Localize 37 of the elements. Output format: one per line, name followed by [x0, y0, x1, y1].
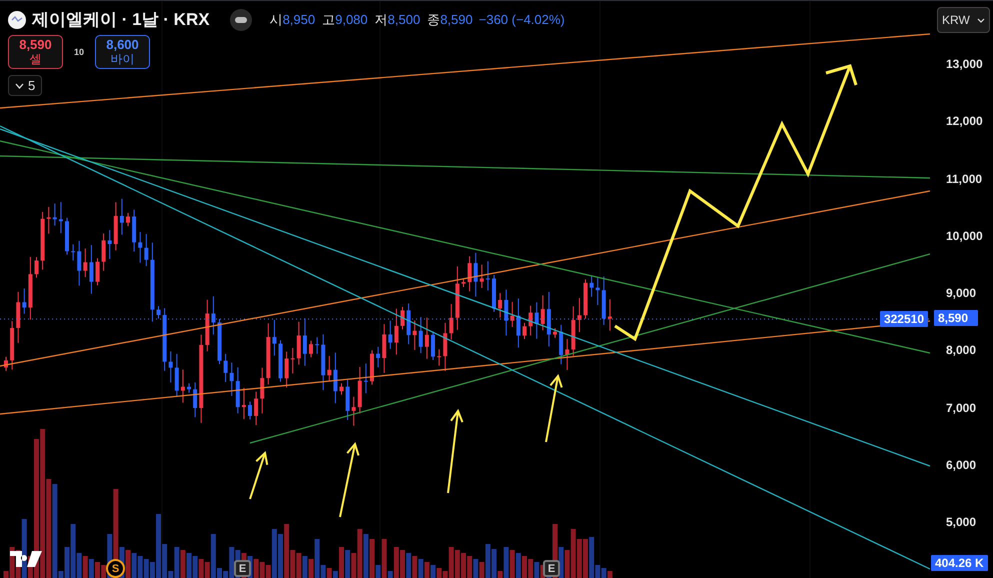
chevron-down-icon: [15, 82, 24, 88]
volume-tag: 404.26 K: [931, 555, 988, 571]
chevron-down-icon: [977, 18, 985, 22]
currency-dropdown[interactable]: KRW: [937, 7, 990, 33]
price-axis-label: 6,000: [946, 458, 976, 472]
price-axis-label: 10,000: [946, 228, 983, 243]
price-axis-label: 8,000: [946, 343, 976, 358]
ohlc-label: 저: [374, 12, 388, 26]
last-price-tag: 8,590: [934, 310, 978, 326]
price-axis-label: 11,000: [946, 172, 982, 186]
ohlc-label: 종: [427, 12, 440, 26]
ohlc-value: 9,080: [335, 12, 368, 26]
symbol-logo-icon: [8, 10, 26, 28]
price-change: −360 (−4.02%): [478, 12, 565, 27]
ohlc-label: 시: [270, 12, 283, 26]
price-axis-label: 7,000: [946, 400, 976, 414]
price-axis-label: 12,000: [946, 114, 983, 128]
minus-icon: [234, 16, 247, 22]
ohlc-value: 8,590: [440, 12, 473, 26]
volume-label: 322510: [880, 311, 928, 327]
price-axis-label: 9,000: [946, 286, 976, 300]
symbol-title: 제이엘케이 · 1날 · KRX: [32, 9, 210, 31]
collapse-button[interactable]: [230, 8, 252, 30]
earnings-marker[interactable]: E: [543, 560, 560, 577]
logo-icon[interactable]: [10, 551, 42, 567]
buy-button[interactable]: 8,600 바이: [95, 35, 150, 69]
earnings-marker[interactable]: E: [234, 560, 251, 577]
spread-value: 10: [74, 47, 84, 57]
hand-drawn-arrow: [545, 374, 563, 442]
interval-toggle[interactable]: 5: [8, 75, 42, 96]
ohlc-label: 고: [322, 12, 336, 26]
ohlc-value: 8,500: [388, 12, 420, 26]
price-axis-label: 13,000: [946, 57, 983, 71]
sell-button[interactable]: 8,590 셀: [8, 35, 63, 69]
hand-drawn-arrow: [249, 451, 268, 500]
ohlc-value: 8,950: [282, 12, 316, 26]
price-axis-label: 5,000: [946, 515, 976, 529]
